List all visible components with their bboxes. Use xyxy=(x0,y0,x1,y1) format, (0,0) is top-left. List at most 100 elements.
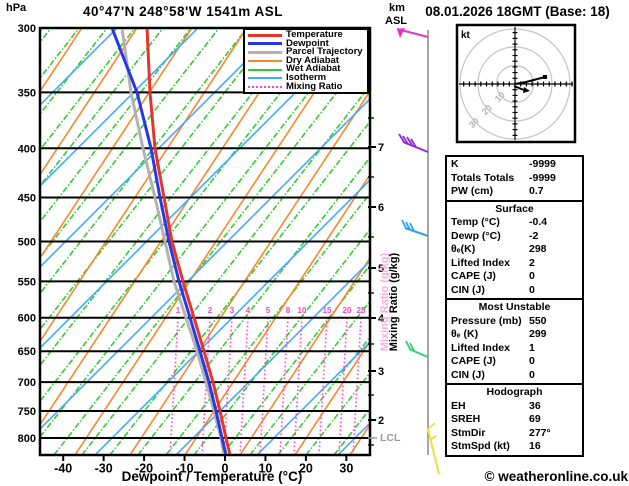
panel-section-header: Most Unstable xyxy=(478,301,551,313)
panel-row: K -9999 xyxy=(447,158,582,172)
km-tick-label: 2 xyxy=(378,415,384,427)
lcl-label: LCL xyxy=(380,432,401,444)
mixing-ratio-label: 20 xyxy=(343,306,352,315)
panel-row-label: PW (cm) xyxy=(451,185,493,197)
panel-row: θₑ (K) 299 xyxy=(447,328,582,342)
panel-row-label: θₑ(K) xyxy=(451,243,476,255)
mixing-ratio-label: 15 xyxy=(323,306,332,315)
panel-row-value: 1 xyxy=(529,341,535,354)
panel-row-label: K xyxy=(451,158,459,170)
panel-row-label: θₑ (K) xyxy=(451,328,479,340)
mixing-ratio-label: 1 xyxy=(176,306,181,315)
legend-line-sample xyxy=(248,77,282,80)
panel-row-label: Dewp (°C) xyxy=(451,229,501,242)
legend-line-sample xyxy=(248,50,282,54)
panel-row-value: 277° xyxy=(529,426,551,439)
panel-row-label: CAPE (J) xyxy=(451,355,496,367)
mixing-ratio-label: 3 xyxy=(230,306,235,315)
mixing-ratio-label: 2 xyxy=(208,306,213,315)
mixing-ratio-label: 5 xyxy=(266,306,271,315)
mixing-ratio-label: 4 xyxy=(246,306,251,315)
panel-row-value: 550 xyxy=(529,314,547,327)
wind-barb xyxy=(427,422,440,475)
chart-legend: Temperature Dewpoint Parcel Trajectory Dry … xyxy=(243,28,369,94)
panel-row: SREH 69 xyxy=(447,413,582,427)
wind-barb xyxy=(405,340,429,358)
km-tick-label: 6 xyxy=(378,202,384,214)
copyright: © weatheronline.co.uk xyxy=(484,469,628,484)
panel-section: Most Unstable Pressure (mb) 550 θₑ (K) 299 Li… xyxy=(447,298,582,383)
legend-row: Mixing Ratio xyxy=(248,80,367,92)
panel-row-value: -9999 xyxy=(529,171,556,184)
panel-row-label: Lifted Index xyxy=(451,256,510,269)
pressure-tick-label: 650 xyxy=(18,346,36,358)
panel-row-label: StmDir xyxy=(451,426,486,439)
km-tick-label: 7 xyxy=(378,142,384,154)
panel-row-label: Pressure (mb) xyxy=(451,314,522,327)
legend-line-sample xyxy=(248,33,282,37)
pressure-axis-labels: 300 350 400 450 500 550 600 650 700 750 800 xyxy=(18,23,36,445)
panel-row: θₑ(K) 298 xyxy=(447,243,582,257)
panel-row: Lifted Index 2 xyxy=(447,257,582,271)
legend-label: Mixing Ratio xyxy=(286,80,343,92)
panel-row-value: 0 xyxy=(529,283,535,296)
pressure-tick-label: 300 xyxy=(18,23,36,35)
panel-row: CAPE (J) 0 xyxy=(447,270,582,284)
panel-row: StmDir 277° xyxy=(447,427,582,441)
mixing-ratio-label: 25 xyxy=(357,306,366,315)
panel-row-value: 16 xyxy=(529,440,541,452)
panel-row: Lifted Index 1 xyxy=(447,342,582,356)
wind-barb xyxy=(396,28,429,38)
panel-row-label: Temp (°C) xyxy=(451,216,500,228)
pressure-tick-label: 550 xyxy=(18,276,36,288)
panel-row-label: StmSpd (kt) xyxy=(451,440,510,452)
pressure-tick-label: 450 xyxy=(18,192,36,204)
legend-line-sample xyxy=(248,85,282,88)
hodograph-unit-label: kt xyxy=(461,30,471,41)
panel-section: Hodograph EH 36 SREH 69 StmDir 277° StmSpd (kt)… xyxy=(447,383,582,455)
legend-line-sample xyxy=(248,68,282,71)
km-tick-label: 3 xyxy=(378,366,384,378)
wind-barb xyxy=(401,219,429,237)
pressure-tick-label: 750 xyxy=(18,406,36,418)
panel-row: Totals Totals -9999 xyxy=(447,172,582,186)
legend-line-sample xyxy=(248,42,282,46)
pressure-tick-label: 350 xyxy=(18,87,36,99)
mixing-ratio-axis-label: Mixing Ratio (g/kg) xyxy=(388,252,400,352)
pressure-tick-label: 800 xyxy=(18,433,36,445)
panel-section-header: Hodograph xyxy=(486,386,543,398)
pressure-tick-label: 500 xyxy=(18,237,36,249)
pressure-tick-label: 700 xyxy=(18,377,36,389)
panel-row: CIN (J) 0 xyxy=(447,369,582,383)
panel-section: Surface Temp (°C) -0.4 Dewp (°C) -2 θₑ(K) 298 L… xyxy=(447,199,582,299)
indices-panel: K -9999 Totals Totals -9999 PW (cm) 0.7 Surfac… xyxy=(445,155,584,457)
panel-row-label: SREH xyxy=(451,413,481,425)
panel-row-value: 0 xyxy=(529,355,535,367)
x-axis-label: Dewpoint / Temperature (°C) xyxy=(121,469,303,484)
panel-row-value: 69 xyxy=(529,413,541,425)
panel-row-value: 0.7 xyxy=(529,185,544,197)
panel-row-value: 0 xyxy=(529,270,535,282)
panel-row: EH 36 xyxy=(447,400,582,414)
hodograph: 102030kt xyxy=(455,23,577,144)
panel-row: PW (cm) 0.7 xyxy=(447,185,582,199)
mixing-ratio-label: 8 xyxy=(286,306,291,315)
panel-row: Temp (°C) -0.4 xyxy=(447,216,582,230)
panel-section: K -9999 Totals Totals -9999 PW (cm) 0.7 xyxy=(447,157,582,200)
pressure-tick-label: 600 xyxy=(18,313,36,325)
panel-row: StmSpd (kt) 16 xyxy=(447,440,582,454)
panel-row-value: 298 xyxy=(529,243,547,255)
panel-row-value: -9999 xyxy=(529,158,556,170)
wind-barb xyxy=(398,133,429,153)
panel-row-value: 2 xyxy=(529,256,535,269)
panel-row-value: 299 xyxy=(529,328,547,340)
panel-row: Dewp (°C) -2 xyxy=(447,230,582,244)
panel-row-label: EH xyxy=(451,399,466,412)
panel-row-value: -2 xyxy=(529,229,539,242)
panel-row-label: CIN (J) xyxy=(451,283,485,296)
panel-row: CAPE (J) 0 xyxy=(447,355,582,369)
panel-row-label: Lifted Index xyxy=(451,341,510,354)
panel-row-label: Totals Totals xyxy=(451,171,515,184)
panel-row-value: 36 xyxy=(529,399,541,412)
panel-row-value: -0.4 xyxy=(529,216,548,228)
